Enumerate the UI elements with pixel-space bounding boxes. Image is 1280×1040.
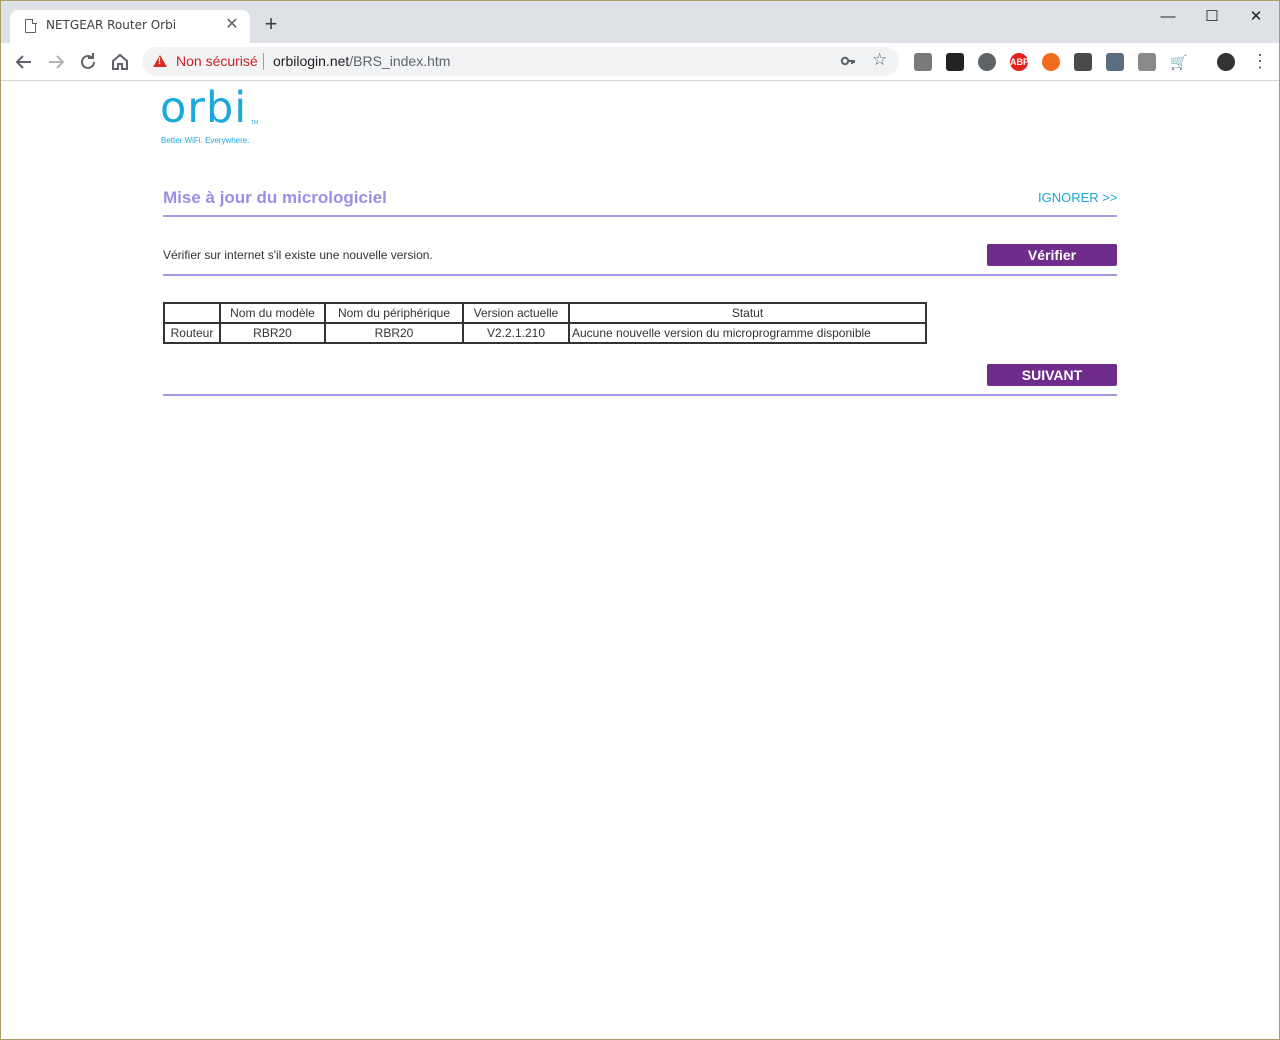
table-cell: V2.2.1.210 [462,322,570,344]
check-description: Vérifier sur internet s'il existe une no… [163,248,433,262]
browser-toolbar: Non sécurisé orbilogin.net/BRS_index.htm… [1,43,1279,81]
orange-diamond-icon[interactable] [1042,53,1060,71]
extension-x-icon[interactable] [978,53,996,71]
table-cell: RBR20 [219,322,326,344]
tab-close-icon[interactable]: ✕ [223,16,241,34]
back-arrow-icon[interactable] [12,50,36,74]
table-header [163,302,221,324]
divider-top [163,215,1117,217]
divider-bottom [163,394,1117,396]
home-icon[interactable] [108,50,132,74]
browser-window: NETGEAR Router Orbi ✕ + — ☐ ✕ Non sécuri… [0,0,1280,1040]
page-title: Mise à jour du micrologiciel [163,188,387,207]
gmail-checker-icon[interactable] [1138,53,1156,71]
forward-arrow-icon[interactable] [44,50,68,74]
url-text[interactable]: orbilogin.net/BRS_index.htm [273,53,450,69]
puzzle-hand-icon[interactable] [914,53,932,71]
page-document-icon [25,18,37,33]
profile-avatar[interactable] [1217,53,1235,71]
web-scrap-icon[interactable] [1106,53,1124,71]
key-icon[interactable] [840,53,856,69]
close-window-button[interactable]: ✕ [1233,5,1279,29]
address-bar[interactable]: Non sécurisé orbilogin.net/BRS_index.htm… [142,47,899,76]
menu-dots-icon[interactable]: ⋮ [1251,51,1269,71]
adblock-plus-icon[interactable]: ABP [1010,53,1029,71]
url-path: /BRS_index.htm [349,53,451,69]
bookmark-star-icon[interactable]: ☆ [872,51,890,69]
firmware-table: Nom du modèle Nom du périphérique Versio… [163,302,927,344]
warning-triangle-icon[interactable] [153,55,167,67]
verify-button[interactable]: Vérifier [987,244,1117,266]
page-content: orbi TM Better WiFi. Everywhere. Mise à … [1,82,1279,1040]
tab-active[interactable]: NETGEAR Router Orbi ✕ [10,10,250,43]
table-row: Routeur RBR20 RBR20 V2.2.1.210 Aucune no… [163,322,927,344]
security-label[interactable]: Non sécurisé [176,53,258,69]
lens-icon[interactable] [1074,53,1092,71]
table-header-row: Nom du modèle Nom du périphérique Versio… [163,302,927,324]
table-header: Version actuelle [462,302,570,324]
minimize-button[interactable]: — [1145,5,1191,29]
next-button[interactable]: SUIVANT [987,364,1117,386]
ignore-link[interactable]: IGNORER >> [1038,190,1117,205]
logo-tagline: Better WiFi. Everywhere. [161,136,250,145]
table-header: Nom du périphérique [324,302,464,324]
cart-icon[interactable]: 🛒 [1170,53,1188,71]
tab-strip: NETGEAR Router Orbi ✕ + — ☐ ✕ [1,1,1279,43]
logo-trademark: TM [251,120,259,126]
table-cell: Aucune nouvelle version du microprogramm… [568,322,927,344]
reload-icon[interactable] [76,50,100,74]
table-cell: Routeur [163,322,221,344]
url-host: orbilogin.net [273,53,350,69]
tab-title: NETGEAR Router Orbi [46,18,177,32]
new-tab-button[interactable]: + [260,13,282,35]
orbi-logo: orbi TM Better WiFi. Everywhere. [160,83,258,145]
table-header: Nom du modèle [219,302,326,324]
table-cell: RBR20 [324,322,464,344]
maximize-button[interactable]: ☐ [1189,5,1235,29]
tampermonkey-icon[interactable] [946,53,964,71]
logo-word: orbi [160,83,248,133]
omnibox-separator [263,53,264,70]
divider-middle [163,274,1117,276]
table-header: Statut [568,302,927,324]
